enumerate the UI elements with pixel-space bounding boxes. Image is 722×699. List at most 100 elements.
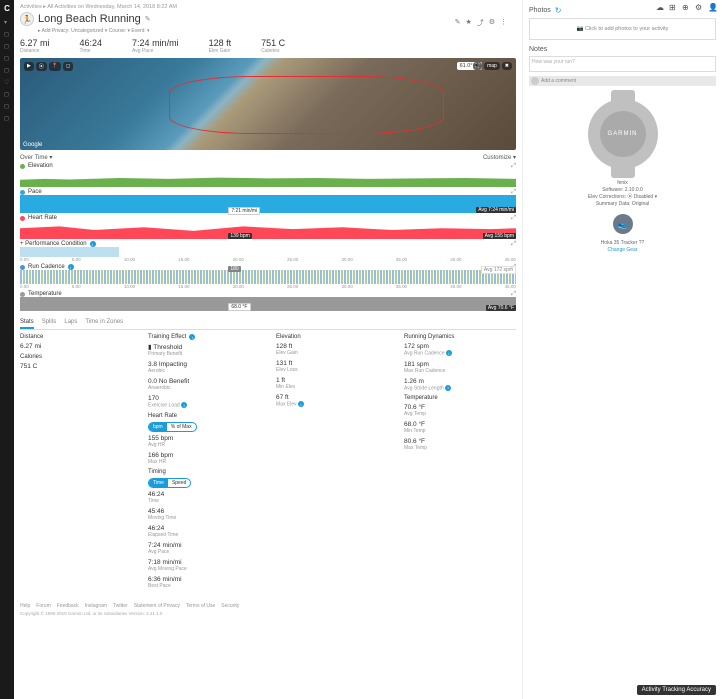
chart-pace: Pace⤢ 7:21 min/miAvg 7:24 min/mi — [20, 189, 516, 213]
footer-feedback[interactable]: Feedback — [57, 603, 79, 609]
rail-item-7[interactable]: ◻ — [4, 115, 10, 121]
section-te: Training Effecti — [148, 334, 260, 340]
metric-time: 46:24 — [80, 38, 103, 48]
share-icon[interactable]: ⤴ — [477, 18, 484, 28]
chart-mode-dropdown[interactable]: Over Time ▾ — [20, 154, 52, 161]
metric-pace: 7:24 min/mi — [132, 38, 179, 48]
section-distance: Distance — [20, 334, 132, 340]
info-icon[interactable]: i — [189, 334, 195, 340]
map-marker-icon[interactable]: ⦿ — [36, 62, 47, 71]
tab-stats[interactable]: Stats — [20, 317, 34, 329]
gear-name: Hoka 35 Tracker ?? — [529, 240, 716, 247]
tracking-accuracy-button[interactable]: Activity Tracking Accuracy — [637, 685, 716, 695]
info-icon[interactable]: i — [446, 350, 452, 356]
edit-title-icon[interactable]: ✎ — [145, 15, 151, 23]
settings-icon[interactable]: ⚙ — [489, 18, 495, 28]
profile-icon[interactable]: 👤 — [708, 3, 716, 11]
footer-instagram[interactable]: Instagram — [85, 603, 107, 609]
comment-input[interactable]: Add a comment — [529, 76, 716, 86]
map-fullscreen-icon[interactable]: ⛶ — [473, 62, 483, 70]
section-hr: Heart Rate — [148, 413, 260, 419]
metric-cal: 751 C — [261, 38, 285, 48]
notes-title: Notes — [529, 46, 716, 53]
activity-tools: ✎ ★ ⤴ ⚙ ⋮ — [455, 18, 507, 28]
copyright: Copyright © 1996-2019 Garmin Ltd. or its… — [20, 611, 516, 616]
devices-icon[interactable]: ⊞ — [669, 3, 677, 11]
map-close-icon[interactable]: ✖ — [502, 62, 512, 70]
chart-elevation: Elevation⤢ 1 ft — [20, 163, 516, 187]
tab-splits[interactable]: Splits — [42, 317, 57, 329]
tab-laps[interactable]: Laps — [64, 317, 77, 329]
footer-help[interactable]: Help — [20, 603, 30, 609]
map-type-toggle[interactable]: map — [484, 62, 500, 70]
section-elevation: Elevation — [276, 334, 388, 340]
info-icon[interactable]: i — [181, 402, 187, 408]
section-dynamics: Running Dynamics — [404, 334, 516, 340]
tab-zones[interactable]: Time in Zones — [85, 317, 123, 329]
add-photos-box[interactable]: 📷 Click to add photos to your activity — [529, 18, 716, 40]
app-logo[interactable]: C — [4, 4, 10, 13]
section-timing: Timing — [148, 469, 260, 475]
favorite-icon[interactable]: ★ — [465, 18, 471, 28]
footer-forum[interactable]: Forum — [36, 603, 50, 609]
map-layer-icon[interactable]: ◻ — [63, 62, 73, 71]
avatar-icon — [531, 77, 539, 85]
chart-heartrate: Heart Rate⤢ 139 bpmAvg 155 bpm — [20, 215, 516, 239]
info-icon[interactable]: i — [90, 241, 96, 247]
map-pin-icon[interactable]: 📍 — [49, 62, 61, 71]
chart-customize-dropdown[interactable]: Customize ▾ — [483, 154, 516, 161]
rail-item-2[interactable]: ◻ — [4, 43, 10, 49]
add-icon[interactable]: ⊕ — [682, 3, 690, 11]
rail-heart-icon[interactable]: ♡ — [4, 79, 10, 85]
route-map[interactable]: ▶ ⦿ 📍 ◻ 61.0° ☀ ⛶ map ✖ Google — [20, 58, 516, 150]
elevation-dot-icon — [20, 164, 25, 169]
timing-unit-toggle[interactable]: TimeSpeed — [148, 478, 191, 488]
gear-icon: 👟 — [613, 214, 633, 234]
metric-elev: 128 ft — [209, 38, 232, 48]
map-play-icon[interactable]: ▶ — [24, 62, 34, 71]
notes-input[interactable]: How was your run? — [529, 56, 716, 72]
map-attribution: Google — [23, 142, 42, 148]
device-details: fenix Software: 2.10.0.0 Elev Correction… — [529, 180, 716, 208]
temp-dot-icon — [20, 292, 25, 297]
expand-icon[interactable]: ⤢ — [511, 241, 516, 248]
rail-item-1[interactable]: ◻ — [4, 31, 10, 37]
topbar-icons: ☁ ⊞ ⊕ ⚙ 👤 — [656, 3, 716, 11]
footer-security[interactable]: Security — [221, 603, 239, 609]
cloud-icon[interactable]: ☁ — [656, 3, 664, 11]
section-calories: Calories — [20, 354, 132, 360]
info-icon[interactable]: i — [298, 401, 304, 407]
rail-item-3[interactable]: ◻ — [4, 55, 10, 61]
left-rail: C ▾ ◻ ◻ ◻ ◻ ♡ ◻ ◻ ◻ — [0, 0, 14, 699]
footer-terms[interactable]: Terms of Use — [186, 603, 215, 609]
activity-meta[interactable]: ▸ Add Privacy: Uncategorized ▾ Course: ▾… — [38, 28, 516, 34]
info-icon[interactable]: i — [445, 385, 451, 391]
more-icon[interactable]: ⋮ — [500, 18, 507, 28]
cadence-dot-icon — [20, 265, 25, 270]
chart-performance: + Performance Condition i⤢ 0.005.0010.00… — [20, 241, 516, 262]
rail-dropdown-icon[interactable]: ▾ — [4, 19, 10, 25]
footer-links: Help Forum Feedback Instagram Twitter St… — [20, 603, 516, 609]
footer-privacy[interactable]: Statement of Privacy — [134, 603, 180, 609]
expand-icon[interactable]: ⤢ — [511, 291, 516, 298]
change-gear-link[interactable]: Change Gear — [529, 247, 716, 253]
hr-dot-icon — [20, 216, 25, 221]
rail-item-6[interactable]: ◻ — [4, 103, 10, 109]
main-content: Activities ▸ All Activities on Wednesday… — [14, 0, 522, 699]
hr-unit-toggle[interactable]: bpm% of Max — [148, 422, 197, 432]
expand-icon[interactable]: ⤢ — [511, 163, 516, 170]
stats-panel: Distance 6.27 mi Calories 751 C Training… — [20, 334, 516, 593]
rail-item-5[interactable]: ◻ — [4, 91, 10, 97]
notifications-icon[interactable]: ⚙ — [695, 3, 703, 11]
pace-dot-icon — [20, 190, 25, 195]
chart-temperature: Temperature⤢ 68.0 °FAvg 70.6 °F — [20, 291, 516, 311]
breadcrumb[interactable]: Activities ▸ All Activities on Wednesday… — [20, 4, 516, 10]
activity-title: Long Beach Running — [38, 13, 141, 25]
activity-type-icon: 🏃 — [20, 12, 34, 26]
elev-correction-toggle[interactable]: Elev Corrections: ⦿ Disabled ▾ — [529, 194, 716, 201]
edit-icon[interactable]: ✎ — [455, 18, 461, 28]
device-image: GARMIN — [583, 94, 663, 174]
rail-item-4[interactable]: ◻ — [4, 67, 10, 73]
expand-icon[interactable]: ⤢ — [511, 215, 516, 222]
footer-twitter[interactable]: Twitter — [113, 603, 128, 609]
